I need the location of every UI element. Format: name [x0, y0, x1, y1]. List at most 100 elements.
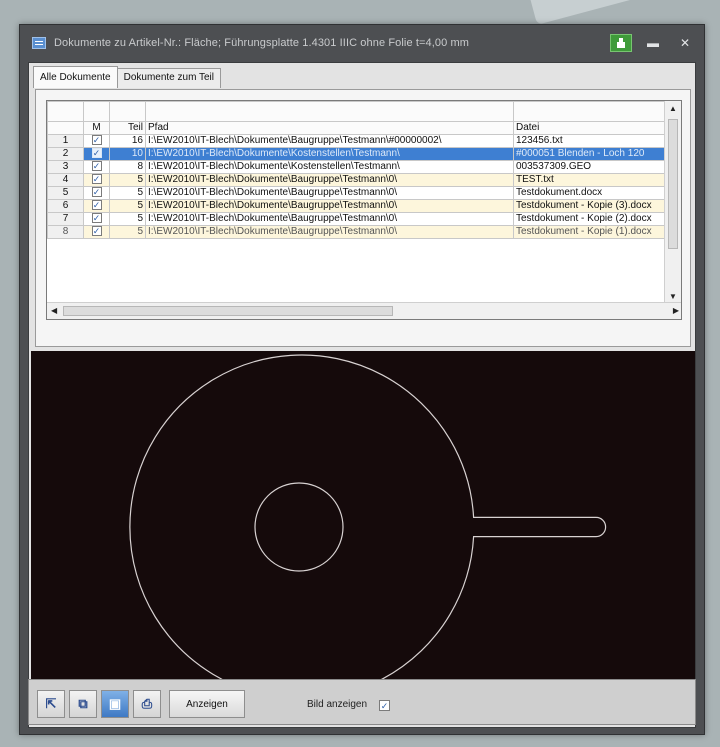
pfad-cell: I:\EW2010\IT-Blech\Dokumente\Baugruppe\T… [145, 186, 514, 200]
window-controls: ▬ ✕ [610, 34, 696, 52]
tab-dokumente-zum-teil[interactable]: Dokumente zum Teil [116, 68, 222, 88]
teil-cell: 5 [109, 225, 146, 239]
teil-cell: 8 [109, 160, 146, 174]
teil-cell: 5 [109, 212, 146, 226]
teil-cell: 5 [109, 186, 146, 200]
add-document-icon: ⇱ [45, 696, 57, 711]
documents-grid[interactable]: M Teil Pfad Datei 1 ✓ 16 I:\EW2010\IT-Bl… [46, 100, 682, 320]
column-header-datei[interactable]: Datei [513, 121, 666, 135]
row-checkbox-cell[interactable]: ✓ [83, 160, 110, 174]
row-checkbox-cell[interactable]: ✓ [83, 225, 110, 239]
table-row[interactable]: 1 ✓ 16 I:\EW2010\IT-Blech\Dokumente\Baug… [47, 134, 666, 148]
datei-cell: #000051 Blenden - Loch 120 [513, 147, 666, 161]
header-row: M Teil Pfad Datei [47, 121, 666, 135]
pfad-cell: I:\EW2010\IT-Blech\Dokumente\Baugruppe\T… [145, 225, 514, 239]
outer-contour [129, 354, 607, 700]
datei-cell: Testdokument - Kopie (3).docx [513, 199, 666, 213]
row-checkbox-cell[interactable]: ✓ [83, 212, 110, 226]
datei-cell: Testdokument - Kopie (1).docx [513, 225, 666, 239]
row-number: 5 [47, 186, 84, 200]
monitor-icon: ▣ [108, 696, 122, 711]
row-checkbox[interactable]: ✓ [91, 213, 102, 224]
documents-panel: M Teil Pfad Datei 1 ✓ 16 I:\EW2010\IT-Bl… [35, 89, 691, 347]
row-number: 3 [47, 160, 84, 174]
column-header-m[interactable]: M [83, 121, 110, 135]
row-checkbox-cell[interactable]: ✓ [83, 147, 110, 161]
table-row[interactable]: 6 ✓ 5 I:\EW2010\IT-Blech\Dokumente\Baugr… [47, 199, 666, 213]
bottom-toolbar: ⇱ ⧉ ▣ ⎙ Anzeigen Bild anzeigen ✓ [28, 679, 696, 725]
row-checkbox[interactable]: ✓ [91, 135, 102, 146]
table-row[interactable]: 5 ✓ 5 I:\EW2010\IT-Blech\Dokumente\Baugr… [47, 186, 666, 200]
row-number: 6 [47, 199, 84, 213]
vertical-scroll-thumb[interactable] [668, 119, 678, 249]
scroll-left-icon[interactable]: ◀ [51, 306, 57, 315]
documents-table: M Teil Pfad Datei 1 ✓ 16 I:\EW2010\IT-Bl… [47, 101, 666, 239]
anzeigen-button[interactable]: Anzeigen [169, 690, 245, 718]
table-row[interactable]: 3 ✓ 8 I:\EW2010\IT-Blech\Dokumente\Koste… [47, 160, 666, 174]
title-bar[interactable]: Dokumente zu Artikel-Nr.: Fläche; Führun… [20, 25, 704, 61]
row-checkbox-cell[interactable]: ✓ [83, 186, 110, 200]
filter-row[interactable] [47, 101, 666, 122]
close-button[interactable]: ✕ [674, 34, 696, 52]
pfad-cell: I:\EW2010\IT-Blech\Dokumente\Baugruppe\T… [145, 199, 514, 213]
window-title: Dokumente zu Artikel-Nr.: Fläche; Führun… [54, 37, 469, 49]
row-checkbox[interactable]: ✓ [91, 161, 102, 172]
teil-cell: 16 [109, 134, 146, 148]
scroll-right-icon[interactable]: ▶ [673, 306, 679, 315]
tab-strip: Alle Dokumente Dokumente zum Teil [33, 66, 222, 89]
copy-document-button[interactable]: ⧉ [69, 690, 97, 718]
datei-cell: TEST.txt [513, 173, 666, 187]
row-number-header [47, 121, 84, 135]
row-checkbox[interactable]: ✓ [91, 148, 102, 159]
datei-cell: Testdokument.docx [513, 186, 666, 200]
monitor-button[interactable]: ▣ [101, 690, 129, 718]
table-row[interactable]: 7 ✓ 5 I:\EW2010\IT-Blech\Dokumente\Baugr… [47, 212, 666, 226]
table-row[interactable]: 4 ✓ 5 I:\EW2010\IT-Blech\Dokumente\Baugr… [47, 173, 666, 187]
datei-cell: Testdokument - Kopie (2).docx [513, 212, 666, 226]
bild-anzeigen-checkbox[interactable]: ✓ [379, 700, 390, 711]
row-checkbox-cell[interactable]: ✓ [83, 199, 110, 213]
row-checkbox-cell[interactable]: ✓ [83, 134, 110, 148]
minimize-button[interactable]: ▬ [642, 34, 664, 52]
bild-anzeigen-label: Bild anzeigen [307, 699, 368, 710]
column-header-pfad[interactable]: Pfad [145, 121, 514, 135]
client-area: Alle Dokumente Dokumente zum Teil M Teil [28, 62, 696, 728]
row-number: 1 [47, 134, 84, 148]
table-row[interactable]: 8 ✓ 5 I:\EW2010\IT-Blech\Dokumente\Baugr… [47, 225, 666, 239]
row-number: 2 [47, 147, 84, 161]
tab-alle-dokumente[interactable]: Alle Dokumente [33, 66, 118, 88]
window-status-icon[interactable] [610, 34, 632, 52]
app-icon [32, 37, 46, 49]
documents-window: Dokumente zu Artikel-Nr.: Fläche; Führun… [19, 24, 705, 735]
datei-cell: 003537309.GEO [513, 160, 666, 174]
table-row-selected[interactable]: 2 ✓ 10 I:\EW2010\IT-Blech\Dokumente\Kost… [47, 147, 666, 161]
scroll-down-icon[interactable]: ▼ [669, 292, 677, 301]
scanner-button[interactable]: ⎙ [133, 690, 161, 718]
row-number: 4 [47, 173, 84, 187]
pfad-cell: I:\EW2010\IT-Blech\Dokumente\Baugruppe\T… [145, 173, 514, 187]
pfad-cell: I:\EW2010\IT-Blech\Dokumente\Kostenstell… [145, 147, 514, 161]
pfad-cell: I:\EW2010\IT-Blech\Dokumente\Baugruppe\T… [145, 212, 514, 226]
window-status-glyph [617, 38, 625, 48]
vertical-scrollbar[interactable]: ▲ ▼ [664, 101, 681, 304]
scanner-icon: ⎙ [141, 696, 153, 711]
row-number: 8 [47, 225, 84, 239]
row-checkbox[interactable]: ✓ [91, 174, 102, 185]
column-header-teil[interactable]: Teil [109, 121, 146, 135]
horizontal-scroll-thumb[interactable] [63, 306, 393, 316]
drawing-preview[interactable] [31, 351, 695, 711]
row-checkbox[interactable]: ✓ [91, 200, 102, 211]
teil-cell: 5 [109, 173, 146, 187]
row-checkbox[interactable]: ✓ [91, 226, 102, 237]
scroll-up-icon[interactable]: ▲ [669, 104, 677, 113]
datei-cell: 123456.txt [513, 134, 666, 148]
horizontal-scrollbar[interactable]: ◀ ▶ [47, 302, 681, 319]
teil-cell: 10 [109, 147, 146, 161]
pfad-cell: I:\EW2010\IT-Blech\Dokumente\Baugruppe\T… [145, 134, 514, 148]
add-document-button[interactable]: ⇱ [37, 690, 65, 718]
row-number: 7 [47, 212, 84, 226]
row-checkbox[interactable]: ✓ [91, 187, 102, 198]
row-checkbox-cell[interactable]: ✓ [83, 173, 110, 187]
copy-document-icon: ⧉ [78, 696, 88, 711]
pfad-cell: I:\EW2010\IT-Blech\Dokumente\Kostenstell… [145, 160, 514, 174]
